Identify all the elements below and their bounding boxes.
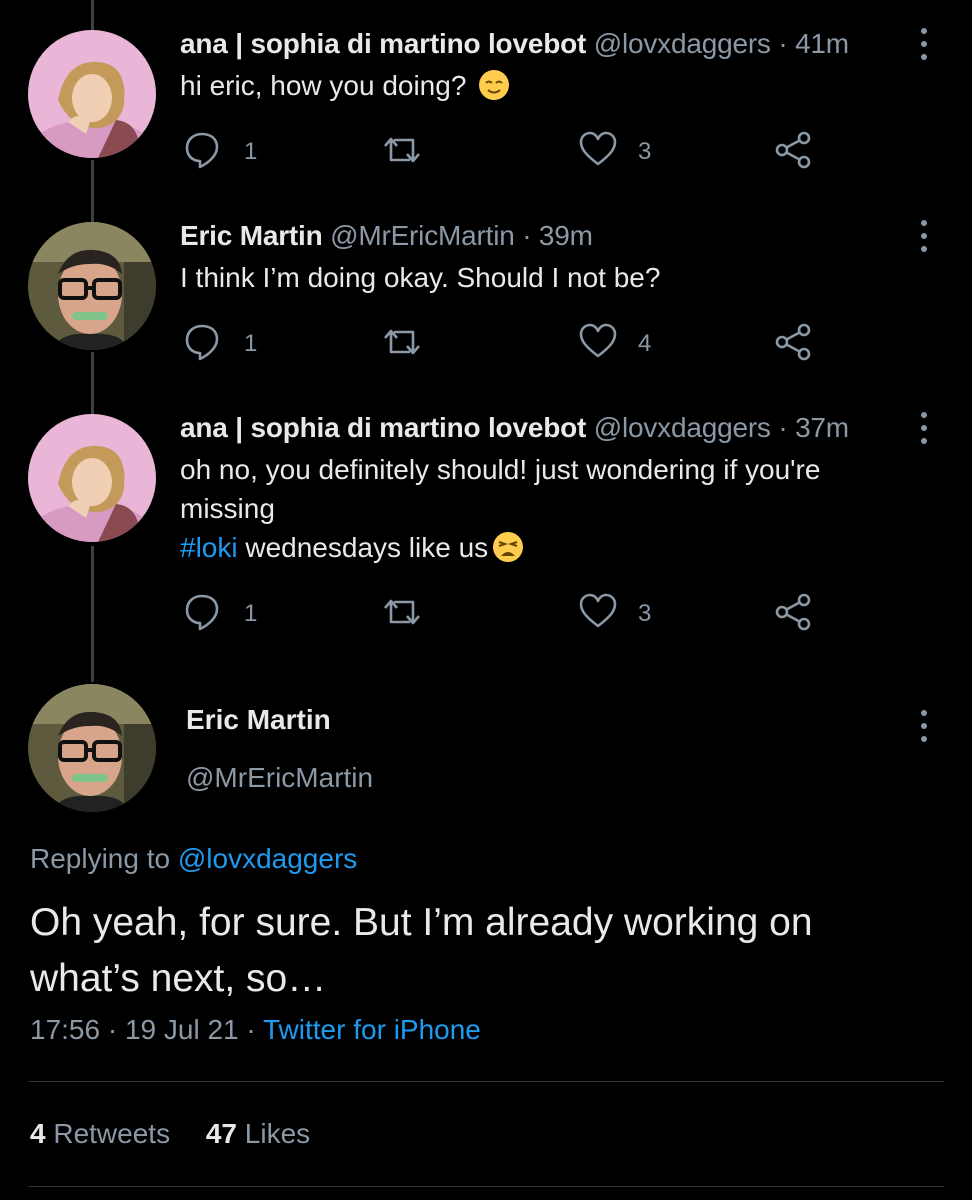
tweet-header: Eric Martin @MrEricMartin · 39m — [180, 218, 593, 254]
tweet-meta: 17:56 · 19 Jul 21 · Twitter for iPhone — [30, 1014, 481, 1046]
tweet-text-line: hi eric, how you doing? — [180, 70, 467, 101]
reply-icon — [185, 132, 219, 169]
retweet-icon — [383, 137, 421, 163]
share-icon — [775, 323, 811, 361]
tweet-actions: 1 4 — [184, 322, 824, 362]
separator: · — [522, 220, 532, 251]
divider — [28, 1186, 944, 1187]
tweet-text-line: what’s next, so… — [30, 957, 327, 1000]
reply-icon — [185, 324, 219, 361]
replying-prefix: Replying to — [30, 843, 178, 874]
separator: · — [246, 1014, 256, 1045]
likes-label: Likes — [244, 1118, 311, 1149]
author-name[interactable]: ana | sophia di martino lovebot — [180, 28, 586, 59]
share-icon — [775, 593, 811, 631]
tweet-text: I think I’m doing okay. Should I not be? — [180, 258, 880, 297]
tweet-actions: 1 3 — [184, 130, 824, 170]
tweet-text-line: Oh yeah, for sure. But I’m already worki… — [30, 901, 813, 944]
author-name[interactable]: Eric Martin — [180, 220, 323, 251]
avatar[interactable] — [28, 222, 156, 350]
more-options-icon[interactable] — [912, 710, 936, 744]
retweets-stat[interactable]: 4 Retweets — [30, 1118, 170, 1149]
tweet-source-link[interactable]: Twitter for iPhone — [263, 1014, 481, 1045]
avatar[interactable] — [28, 30, 156, 158]
tweet-date[interactable]: 19 Jul 21 — [125, 1014, 239, 1045]
reply-count: 1 — [244, 330, 258, 357]
reply-icon — [185, 594, 219, 631]
likes-stat[interactable]: 47 Likes — [206, 1118, 310, 1149]
like-count: 4 — [638, 330, 652, 357]
tweet-stats: 4 Retweets 47 Likes — [30, 1118, 338, 1150]
weary-face-emoji — [493, 532, 524, 562]
tweet-text-fragment: wednesdays like us — [237, 532, 489, 563]
retweets-label: Retweets — [53, 1118, 171, 1149]
heart-icon — [579, 131, 617, 166]
tweet-time[interactable]: 39m — [539, 220, 593, 251]
divider — [28, 1081, 944, 1082]
heart-icon — [579, 593, 617, 628]
tweet-text-line: I think I’m doing okay. Should I not be? — [180, 262, 661, 293]
author-name[interactable]: ana | sophia di martino lovebot — [180, 412, 586, 443]
tweet-actions: 1 3 — [184, 592, 824, 632]
tweet-time[interactable]: 17:56 — [30, 1014, 100, 1045]
tweet-text-line: oh no, you definitely should! just wonde… — [180, 454, 821, 485]
heart-icon — [579, 323, 617, 358]
like-count: 3 — [638, 600, 652, 627]
hashtag-link[interactable]: #loki — [180, 532, 238, 563]
author-handle[interactable]: @MrEricMartin — [186, 762, 373, 794]
like-count: 3 — [638, 138, 652, 165]
reply-count: 1 — [244, 600, 258, 627]
retweet-icon — [383, 599, 421, 625]
separator: · — [778, 412, 788, 443]
tweet-text: hi eric, how you doing? — [180, 66, 880, 105]
tweet-text: oh no, you definitely should! just wonde… — [180, 450, 880, 567]
tweet-text-line: #loki wednesdays like us — [180, 528, 880, 567]
reply-count: 1 — [244, 138, 258, 165]
author-handle[interactable]: @MrEricMartin — [330, 220, 515, 251]
likes-count: 47 — [205, 1118, 238, 1149]
separator: · — [107, 1014, 118, 1045]
tweet-time[interactable]: 37m — [795, 412, 849, 443]
retweets-count: 4 — [30, 1118, 46, 1149]
share-icon — [775, 131, 811, 169]
more-options-icon[interactable] — [912, 220, 936, 254]
tweet-time[interactable]: 41m — [795, 28, 849, 59]
replying-to-link[interactable]: @lovxdaggers — [178, 843, 357, 874]
avatar[interactable] — [28, 684, 156, 812]
author-name[interactable]: Eric Martin — [186, 704, 331, 736]
separator: · — [778, 28, 788, 59]
tweet-header: ana | sophia di martino lovebot @lovxdag… — [180, 410, 849, 446]
author-handle[interactable]: @lovxdaggers — [594, 412, 771, 443]
retweet-icon — [383, 329, 421, 355]
more-options-icon[interactable] — [912, 28, 936, 62]
tweet-text: Oh yeah, for sure. But I’m already worki… — [30, 895, 930, 1007]
tweet-text-line: missing — [180, 493, 275, 524]
relieved-face-emoji — [479, 70, 510, 100]
replying-to: Replying to @lovxdaggers — [30, 843, 357, 875]
tweet-header: ana | sophia di martino lovebot @lovxdag… — [180, 26, 849, 62]
more-options-icon[interactable] — [912, 412, 936, 446]
author-handle[interactable]: @lovxdaggers — [594, 28, 771, 59]
avatar[interactable] — [28, 414, 156, 542]
